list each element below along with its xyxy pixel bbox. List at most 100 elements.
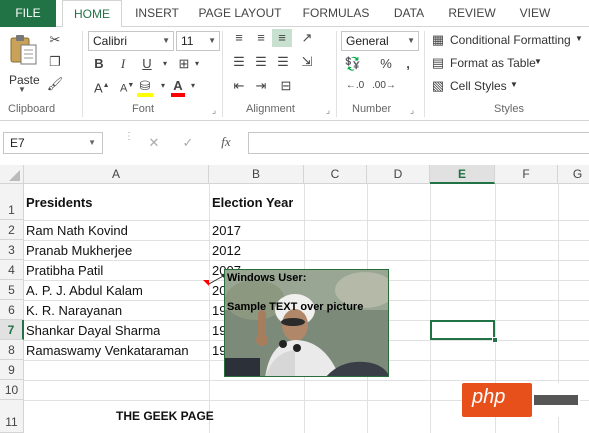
row-header-10[interactable]: 10 [0, 380, 24, 400]
row-header-11[interactable]: 11 [0, 400, 24, 433]
font-color-icon[interactable]: A [170, 77, 186, 97]
dialog-launcher-icon[interactable]: ⌟ [406, 101, 418, 119]
select-all-corner[interactable] [0, 165, 24, 184]
row-header-6[interactable]: 6 [0, 300, 24, 320]
decrease-decimal-icon[interactable]: .00→ [372, 77, 396, 95]
italic-button[interactable]: I [116, 55, 130, 73]
percent-icon[interactable]: % [378, 55, 394, 73]
decrease-indent-icon[interactable]: ⇤ [230, 77, 248, 95]
column-header-a[interactable]: A [24, 165, 209, 184]
align-bottom-icon[interactable]: ≡ [272, 29, 292, 47]
cell-a1[interactable]: Presidents [26, 195, 92, 210]
column-header-c[interactable]: C [304, 165, 367, 184]
comment-picture-box[interactable]: Windows User: Sample TEXT over picture [224, 269, 389, 377]
align-right-icon[interactable]: ☰ [274, 53, 292, 71]
tab-formulas[interactable]: FORMULAS [296, 0, 376, 27]
tab-file[interactable]: FILE [0, 0, 56, 27]
group-divider [82, 31, 83, 117]
cancel-icon[interactable]: ✕ [146, 134, 162, 152]
formula-bar-grip-icon[interactable]: ⋮ [124, 132, 134, 152]
tab-insert[interactable]: INSERT [128, 0, 186, 27]
conditional-formatting-button[interactable]: ▦ Conditional Formatting ▼ [430, 31, 588, 51]
align-top-icon[interactable]: ≡ [230, 29, 248, 47]
bold-button[interactable]: B [92, 55, 106, 73]
chevron-down-icon[interactable]: ▾ [192, 55, 202, 73]
row-header-9[interactable]: 9 [0, 360, 24, 380]
increase-decimal-icon[interactable]: ←.0 [344, 77, 366, 95]
gridline [24, 260, 589, 261]
font-size-combo[interactable]: 11 ▼ [176, 31, 220, 51]
font-group-label: Font [132, 103, 155, 115]
cell-styles-button[interactable]: ▧ Cell Styles ▼ [430, 77, 530, 97]
column-header-g[interactable]: G [558, 165, 589, 184]
row-header-1[interactable]: 1 [0, 184, 24, 220]
paste-button[interactable]: Paste ▼ [6, 33, 42, 94]
grow-font-icon[interactable]: A▲ [94, 77, 110, 97]
chevron-down-icon[interactable]: ▾ [158, 77, 168, 95]
font-name-combo[interactable]: Calibri ▼ [88, 31, 174, 51]
cell-b2[interactable]: 2017 [212, 223, 241, 238]
copy-icon[interactable]: ❐ [46, 53, 64, 71]
fill-color-icon[interactable]: ⛁ [136, 77, 154, 97]
currency-icon[interactable]: 💱 [344, 55, 362, 73]
comma-style-icon[interactable]: , [400, 55, 416, 73]
increase-indent-icon[interactable]: ⇥ [252, 77, 270, 95]
dialog-launcher-icon[interactable]: ⌟ [322, 101, 334, 119]
cut-icon[interactable]: ✂ [46, 31, 64, 49]
cell-b3[interactable]: 2012 [212, 243, 241, 258]
selected-cell-e7[interactable] [430, 320, 495, 340]
align-left-icon[interactable]: ☰ [230, 53, 248, 71]
number-format-combo[interactable]: General ▼ [341, 31, 419, 51]
borders-icon[interactable]: ⊞ [176, 55, 192, 73]
cell-a6[interactable]: K. R. Narayanan [26, 303, 122, 318]
tab-view[interactable]: VIEW [510, 0, 560, 27]
paste-icon [10, 35, 37, 65]
cell-a3[interactable]: Pranab Mukherjee [26, 243, 132, 258]
insert-function-icon[interactable]: fx [216, 133, 236, 151]
cell-a8[interactable]: Ramaswamy Venkataraman [26, 343, 189, 358]
cell-a4[interactable]: Pratibha Patil [26, 263, 103, 278]
row-header-4[interactable]: 4 [0, 260, 24, 280]
tab-page-layout[interactable]: PAGE LAYOUT [194, 0, 286, 27]
row-header-8[interactable]: 8 [0, 340, 24, 360]
column-header-b[interactable]: B [209, 165, 304, 184]
format-as-table-label: Format as Table [450, 56, 536, 70]
align-center-icon[interactable]: ☰ [252, 53, 270, 71]
chevron-down-icon[interactable]: ▾ [188, 77, 198, 95]
row-header-3[interactable]: 3 [0, 240, 24, 260]
paste-dropdown-icon[interactable]: ▼ [18, 85, 26, 94]
underline-button[interactable]: U [140, 55, 154, 73]
column-header-f[interactable]: F [495, 165, 558, 184]
fill-handle[interactable] [492, 337, 498, 343]
enter-icon[interactable]: ✓ [180, 134, 196, 152]
chevron-down-icon[interactable]: ▾ [160, 55, 170, 73]
row-header-7[interactable]: 7 [0, 320, 24, 340]
name-box[interactable]: E7 ▼ [3, 132, 103, 154]
cell-b1[interactable]: Election Year [212, 195, 293, 210]
number-format-value: General [346, 34, 389, 48]
row-header-2[interactable]: 2 [0, 220, 24, 240]
wrap-text-icon[interactable]: ⇲ [298, 53, 316, 71]
chevron-down-icon: ▼ [575, 34, 583, 43]
number-group-label: Number [352, 103, 392, 115]
column-header-d[interactable]: D [367, 165, 430, 184]
format-as-table-button[interactable]: ▤ Format as Table ▼ [430, 54, 550, 74]
dialog-launcher-icon[interactable]: ⌟ [208, 101, 220, 119]
format-painter-icon[interactable]: 🖌 [46, 75, 64, 93]
chevron-down-icon: ▼ [162, 36, 170, 45]
shrink-font-icon[interactable]: A▼ [120, 77, 134, 98]
align-middle-icon[interactable]: ≡ [252, 29, 270, 47]
tab-data[interactable]: DATA [384, 0, 434, 27]
column-header-e[interactable]: E [430, 165, 495, 184]
formula-input[interactable] [248, 132, 589, 154]
tab-home[interactable]: HOME [62, 0, 122, 28]
tab-review[interactable]: REVIEW [442, 0, 502, 27]
merge-center-icon[interactable]: ⊟ [276, 77, 296, 95]
cell-a7[interactable]: Shankar Dayal Sharma [26, 323, 160, 338]
cell-a11-title[interactable]: THE GEEK PAGE [116, 409, 214, 423]
row-header-5[interactable]: 5 [0, 280, 24, 300]
chevron-down-icon[interactable]: ▼ [88, 133, 96, 153]
cell-a5[interactable]: A. P. J. Abdul Kalam [26, 283, 143, 298]
orientation-icon[interactable]: ↗ [298, 29, 316, 47]
cell-a2[interactable]: Ram Nath Kovind [26, 223, 128, 238]
